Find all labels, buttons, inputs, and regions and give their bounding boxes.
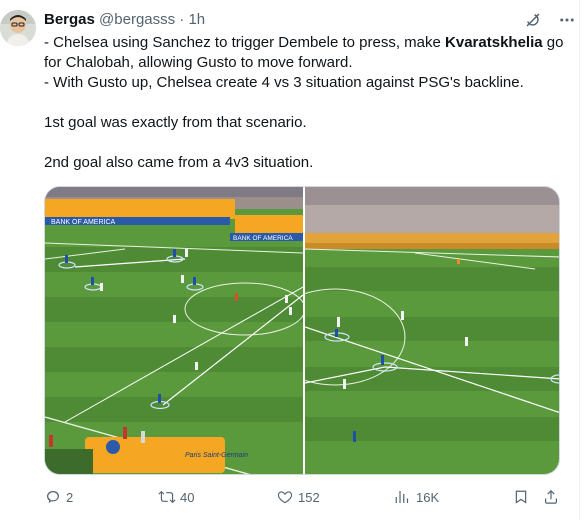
retweet-icon [158,490,176,504]
header-actions [523,10,577,30]
text-line-2: - With Gusto up, Chelsea create 4 vs 3 s… [44,74,524,91]
tweet[interactable]: Bergas @bergasss · 1h - Chelsea using Sa… [0,0,580,520]
retweet-count: 40 [180,489,195,505]
media-image-right[interactable] [264,187,559,474]
tweet-header: Bergas @bergasss · 1h [44,10,569,30]
like-icon [277,491,293,504]
views-button[interactable]: 16K [394,488,439,506]
share-button[interactable] [542,488,560,506]
text-line-1: - Chelsea using Sanchez to trigger Dembe… [44,34,568,71]
mention-kvaratskhelia: Kvaratskhelia [445,34,543,51]
views-icon [395,491,409,503]
views-count: 16K [416,489,440,505]
avatar[interactable] [0,10,36,46]
boa-board-right: BANK OF AMERICA [233,235,293,242]
text-line-3: 1st goal was exactly from that scenario. [44,114,307,131]
tweet-text: - Chelsea using Sanchez to trigger Dembe… [44,33,564,173]
reply-count: 2 [66,489,74,505]
boa-board-left: BANK OF AMERICA [51,219,116,226]
author-handle[interactable]: @bergasss [99,11,175,28]
retweet-button[interactable]: 40 [158,488,194,506]
media-image-left[interactable]: BANK OF AMERICA BANK OF AMERICA Paris Sa… [45,187,306,474]
reply-button[interactable]: 2 [44,488,73,506]
timestamp[interactable]: 1h [188,11,205,28]
share-icon [545,489,557,504]
more-icon[interactable] [557,10,577,30]
grok-icon[interactable] [523,10,543,30]
text-line-4: 2nd goal also came from a 4v3 situation. [44,154,314,171]
like-button[interactable]: 152 [276,488,320,506]
separator: · [179,11,185,28]
author-name[interactable]: Bergas [44,11,95,28]
tweet-actions: 2 40 152 16K [44,488,560,508]
psg-banner: Paris Saint-Germain [185,452,248,459]
bookmark-icon [515,490,527,504]
reply-icon [47,491,59,503]
like-count: 152 [298,489,320,505]
media-grid[interactable]: BANK OF AMERICA BANK OF AMERICA Paris Sa… [44,186,560,475]
bookmark-button[interactable] [512,488,530,506]
